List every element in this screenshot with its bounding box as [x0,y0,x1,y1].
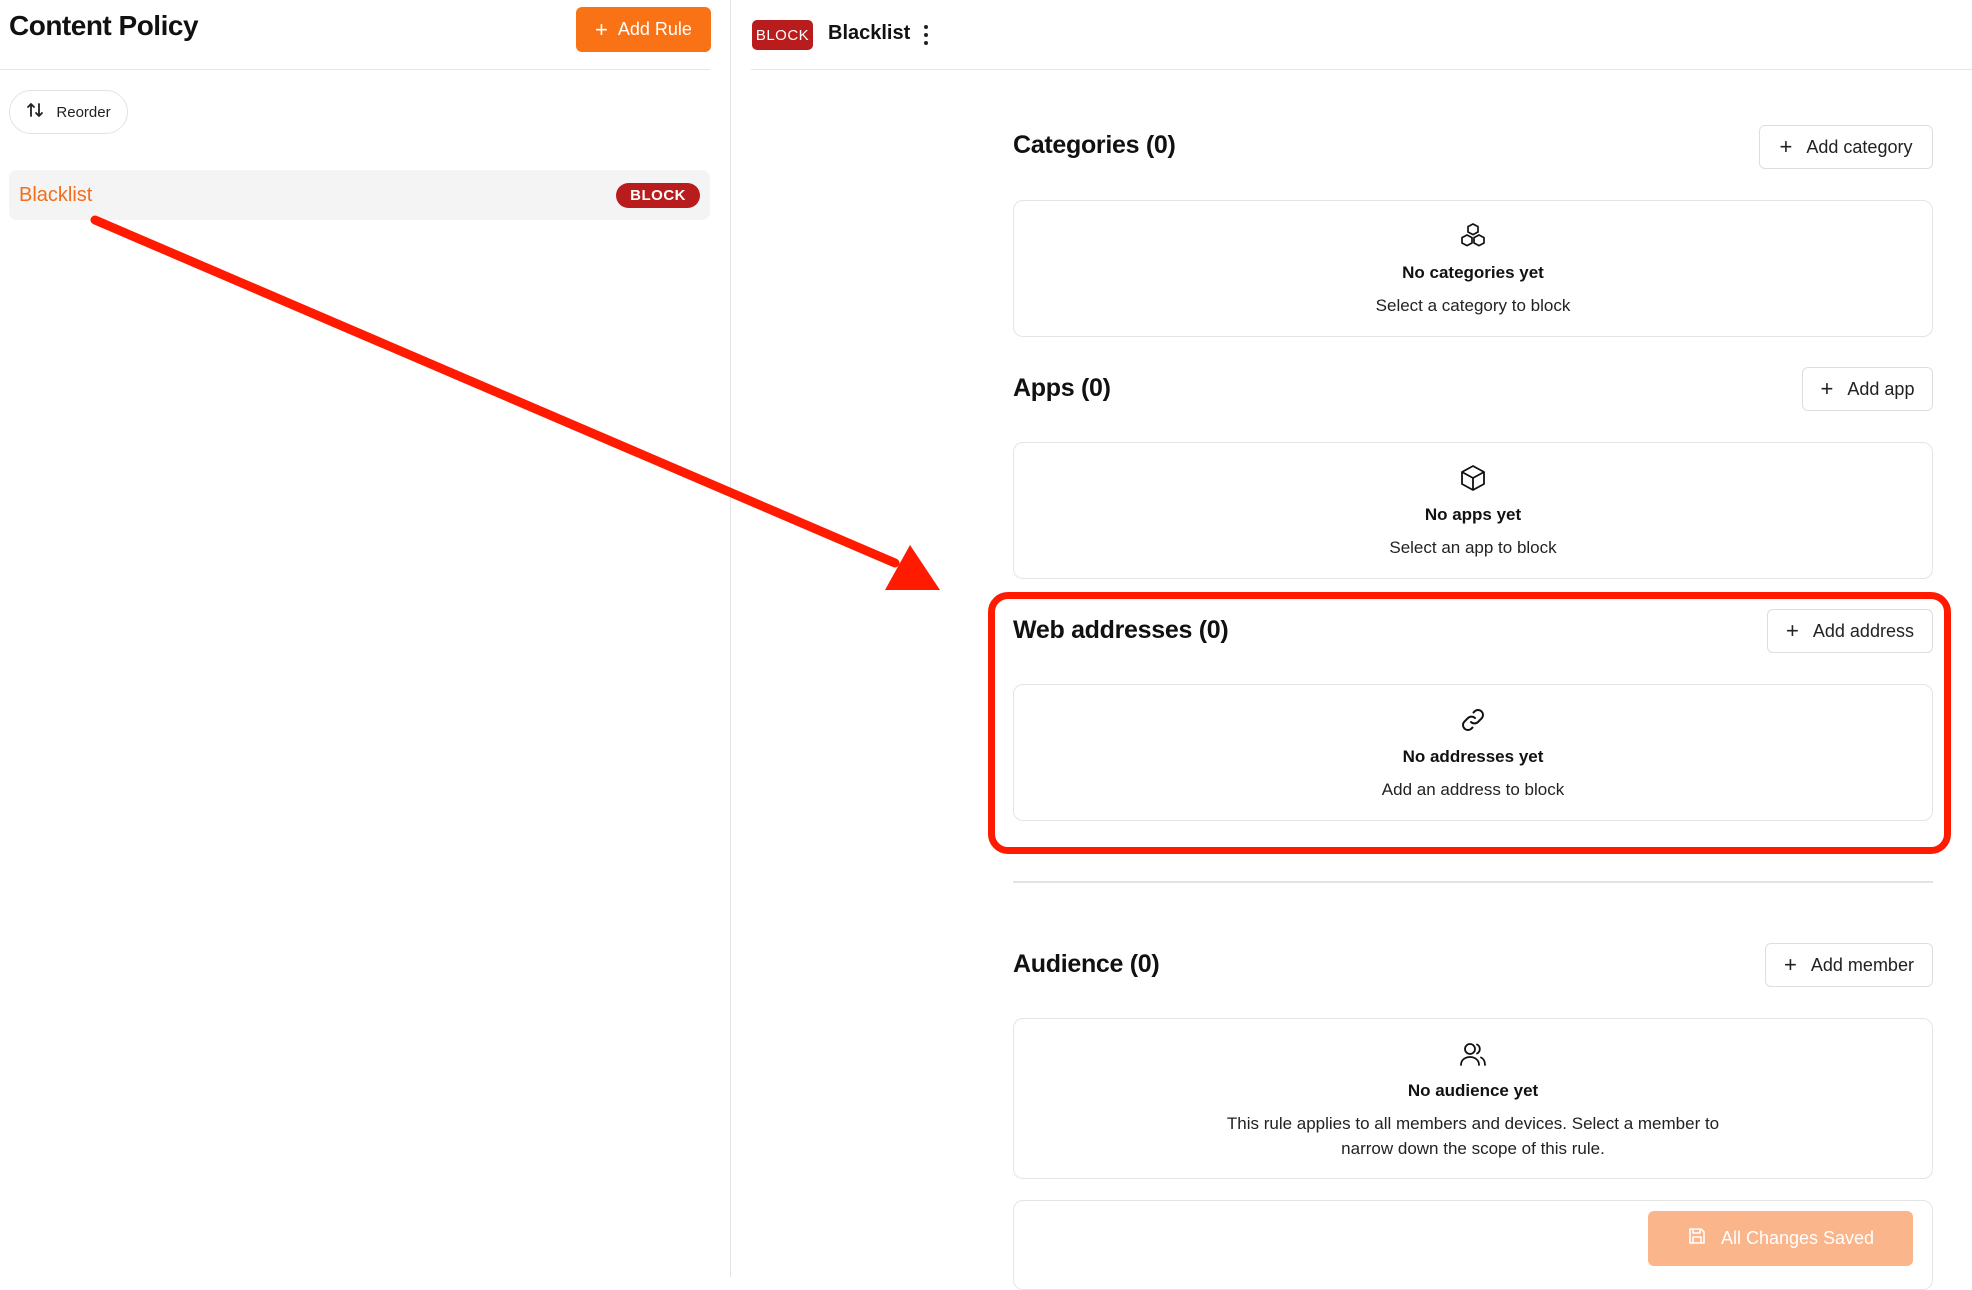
save-icon [1687,1226,1707,1251]
plus-icon: + [1779,134,1793,159]
categories-section-title: Categories (0) [1013,131,1176,159]
apps-section-title: Apps (0) [1013,374,1111,402]
add-rule-label: Add Rule [617,19,692,39]
web-addresses-section-title: Web addresses (0) [1013,616,1229,644]
save-label: All Changes Saved [1720,1228,1875,1248]
link-icon [1458,705,1488,735]
cubes-icon [1458,221,1488,251]
audience-empty-state: No audience yet This rule applies to all… [1013,1018,1933,1179]
add-member-label: Add member [1810,954,1914,975]
empty-subtitle: Select an app to block [1389,538,1557,557]
save-button[interactable]: All Changes Saved [1648,1211,1913,1266]
reorder-label: Reorder [56,103,111,121]
add-category-button[interactable]: + Add category [1759,125,1933,169]
rule-action-badge: BLOCK [752,20,813,50]
add-app-label: Add app [1847,378,1915,399]
empty-title: No addresses yet [1402,747,1544,766]
empty-subtitle: Select a category to block [1375,296,1571,315]
web-addresses-empty-state: No addresses yet Add an address to block [1013,684,1933,821]
empty-title: No categories yet [1402,263,1544,282]
add-rule-button[interactable]: + Add Rule [576,7,711,52]
empty-title: No apps yet [1424,505,1522,524]
plus-icon: + [1784,952,1797,977]
rule-detail-header [751,0,1972,70]
plus-icon: + [1786,618,1799,643]
add-address-button[interactable]: + Add address [1767,609,1933,653]
box-icon [1458,463,1488,493]
more-options-icon[interactable] [918,20,934,50]
add-category-label: Add category [1806,136,1913,157]
add-address-label: Add address [1812,620,1914,641]
reorder-button[interactable]: Reorder [9,90,128,134]
users-icon [1458,1039,1488,1069]
add-app-button[interactable]: + Add app [1802,367,1933,411]
rule-name: Blacklist [19,183,93,206]
apps-empty-state: No apps yet Select an app to block [1013,442,1933,579]
section-divider [1013,881,1933,883]
audience-section-title: Audience (0) [1013,950,1160,978]
empty-subtitle: Add an address to block [1381,780,1565,799]
plus-icon: + [595,16,608,42]
page-title: Content Policy [9,10,199,41]
add-member-button[interactable]: + Add member [1765,943,1933,987]
status-badge: BLOCK [616,182,700,208]
plus-icon: + [1820,376,1834,401]
rule-list-item[interactable]: Blacklist BLOCK [9,170,710,220]
rule-title: Blacklist [828,22,911,44]
panel-divider [730,0,731,1277]
categories-empty-state: No categories yet Select a category to b… [1013,200,1933,337]
reorder-icon [26,101,44,123]
empty-title: No audience yet [1407,1081,1539,1100]
empty-subtitle: This rule applies to all members and dev… [1226,1114,1720,1158]
